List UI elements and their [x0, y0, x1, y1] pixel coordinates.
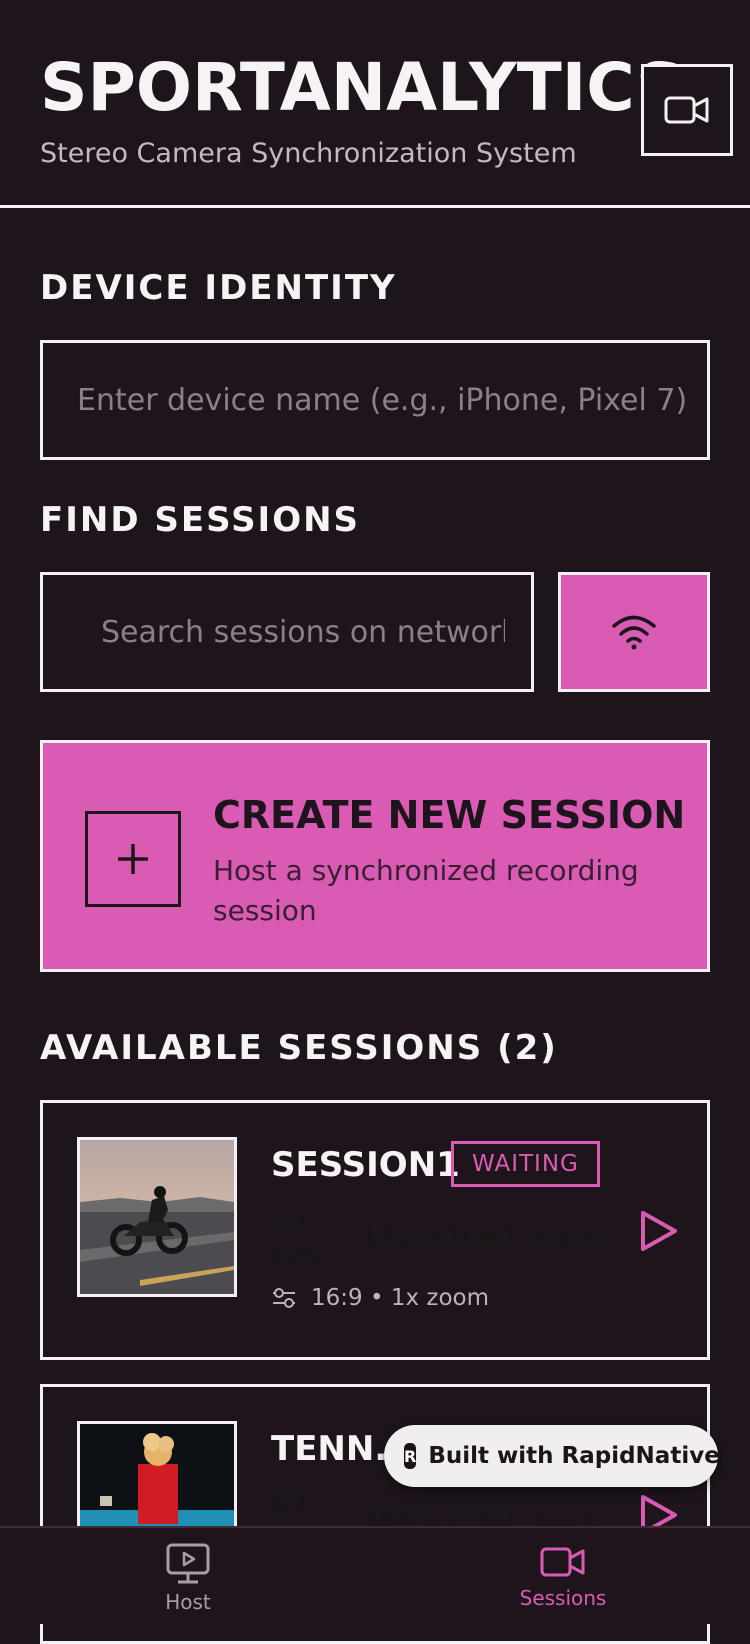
nav-item-host[interactable]: Host: [113, 1542, 263, 1614]
device-name-field-box: [40, 340, 710, 460]
app-title: SPORTANALYTICS: [40, 49, 684, 126]
search-field-box: [40, 572, 534, 692]
session-name: SESSION1: [271, 1145, 460, 1185]
plus-icon: [118, 844, 148, 874]
create-session-title: CREATE NEW SESSION: [213, 793, 686, 837]
session-settings: 16:9 • 1x zoom: [271, 1285, 489, 1311]
video-camera-icon: [540, 1547, 585, 1577]
built-with-badge[interactable]: R Built with RapidNative: [384, 1425, 720, 1487]
device-name-input[interactable]: [43, 343, 707, 457]
camera-button[interactable]: [641, 64, 733, 156]
built-with-label: Built with RapidNative: [428, 1443, 720, 1469]
wifi-icon: [612, 615, 656, 650]
app-subtitle: Stereo Camera Synchronization System: [40, 138, 577, 169]
find-sessions-title: FIND SESSIONS: [40, 500, 361, 540]
plus-icon-box: [85, 811, 181, 907]
available-sessions-title: AVAILABLE SESSIONS (2): [40, 1028, 558, 1068]
nav-item-sessions[interactable]: Sessions: [488, 1542, 638, 1610]
sliders-icon: [273, 1288, 295, 1308]
session-settings-text: 16:9 • 1x zoom: [311, 1285, 490, 1311]
scan-network-button[interactable]: [558, 572, 710, 692]
create-session-subtitle: Host a synchronized recording session: [213, 854, 639, 927]
status-badge: WAITING: [451, 1141, 600, 1187]
bottom-nav: Host Sessions: [0, 1526, 750, 1624]
session-fps: 30 FPS: [271, 1205, 320, 1272]
nav-label: Sessions: [519, 1586, 607, 1610]
join-session-button[interactable]: [637, 1209, 681, 1253]
device-identity-title: DEVICE IDENTITY: [40, 268, 397, 308]
session-camera: back: [535, 1221, 600, 1252]
app-header: SPORTANALYTICS Stereo Camera Synchroniza…: [0, 0, 750, 208]
motorcycle-rider-image: [77, 1137, 237, 1297]
create-session-button[interactable]: CREATE NEW SESSION Host a synchronized r…: [40, 740, 710, 972]
search-sessions-input[interactable]: [43, 575, 531, 689]
video-camera-icon: [664, 96, 709, 124]
monitor-play-icon: [166, 1543, 210, 1584]
session-card[interactable]: SESSION1 WAITING 30 FPS 1920x1080 back 1…: [40, 1100, 710, 1360]
nav-label: Host: [165, 1590, 211, 1614]
rapidnative-logo-icon: R: [404, 1443, 417, 1469]
session-resolution: 1920x1080: [361, 1221, 515, 1252]
play-icon: [641, 1211, 677, 1251]
